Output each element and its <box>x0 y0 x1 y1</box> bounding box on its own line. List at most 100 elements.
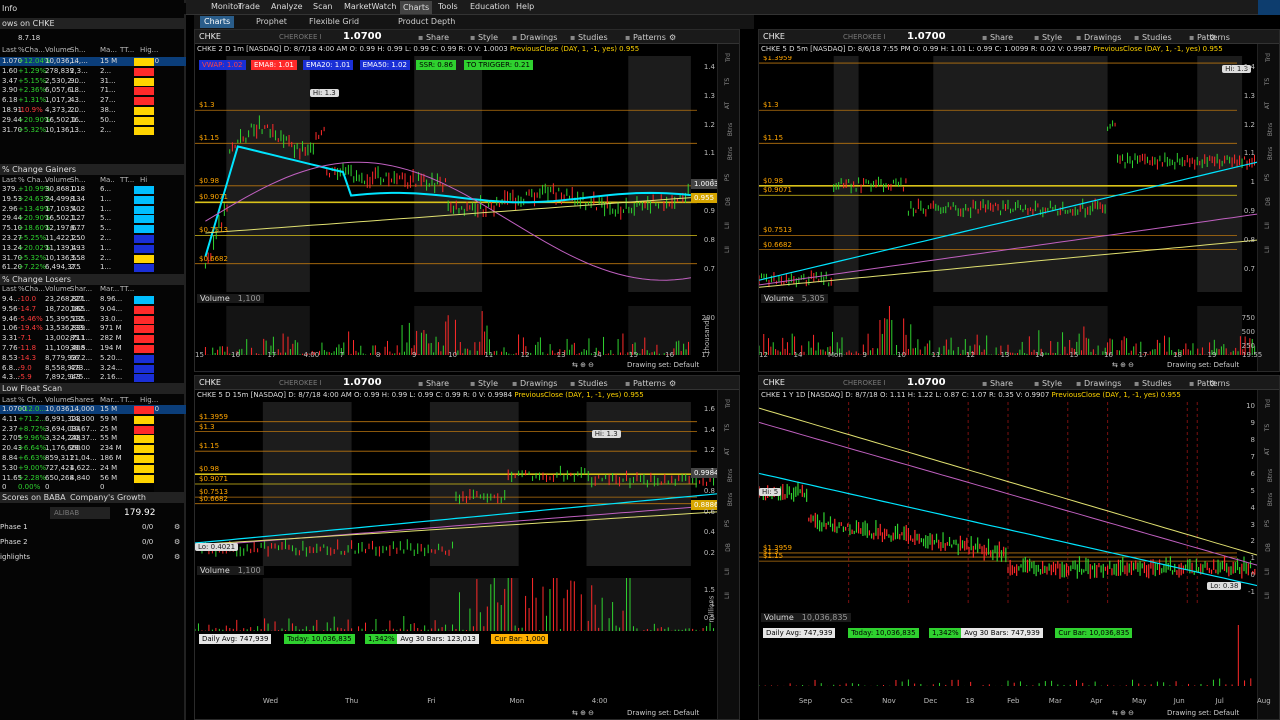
side-tab[interactable]: Btns <box>1267 123 1274 136</box>
toolbar-drawings-button[interactable]: ▪ Drawings <box>1076 33 1121 42</box>
table-row[interactable]: 31.70 +5.32% 10,136,... 13... 2... <box>0 126 186 135</box>
chart-settings-gear-icon[interactable]: ⚙ <box>669 379 676 388</box>
side-tab[interactable]: Trd <box>1265 53 1272 62</box>
column-header[interactable]: Last <box>2 46 17 55</box>
menu-scan[interactable]: Scan <box>313 2 332 11</box>
chart-panel-15m[interactable]: CHKE CHEROKEE I 1.0700 ▪ Share ▪ Style ▪ Draw… <box>194 375 740 720</box>
toolbar-drawings-button[interactable]: ▪ Drawings <box>1076 379 1121 388</box>
table-row[interactable]: 19.53 +24.63% 24,499,134 8... 1... <box>0 195 186 204</box>
chart-panel-1y[interactable]: CHKE CHEROKEE I 1.0700 ▪ Share ▪ Style ▪ Draw… <box>758 375 1280 720</box>
toolbar-drawings-button[interactable]: ▪ Drawings <box>512 33 557 42</box>
toolbar-style-button[interactable]: ▪ Style <box>1034 33 1062 42</box>
losers-title[interactable]: % Change Losers <box>0 274 186 285</box>
column-header[interactable]: Mar... <box>100 285 119 294</box>
chart-settings-gear-icon[interactable]: ⚙ <box>1209 379 1216 388</box>
tab-product-depth[interactable]: Product Depth <box>398 17 455 26</box>
table-row[interactable]: 9.4... -10.0 23,268,821 227... 8.96... <box>0 295 186 304</box>
tab-flexible-grid[interactable]: Flexible Grid <box>309 17 359 26</box>
table-row[interactable]: 1.06 -19.4% 13,536,839 233... 971 M <box>0 324 186 334</box>
column-header[interactable]: % Cha... <box>18 176 47 185</box>
table-row[interactable]: 11.65 +2.28% 650,268 4,840 56 M <box>0 474 186 483</box>
chart-settings-gear-icon[interactable]: ⚙ <box>1209 33 1216 42</box>
table-row[interactable]: 4.3... -5.9 7,892,943 175... 2.16... <box>0 373 186 383</box>
table-row[interactable]: 3.47 +5.15% 2,530,2... 90... 31... <box>0 77 186 86</box>
table-row[interactable]: 23.27 +5.25% 11,422,250 1... 2... <box>0 234 186 243</box>
table-row[interactable]: 5.30 +9.00% 727,421 4,622... 24 M <box>0 464 186 473</box>
table-row[interactable]: 379... +10.99% 30,868,018 1... 6... <box>0 185 186 194</box>
side-tab[interactable]: Trd <box>725 399 732 408</box>
column-header[interactable]: Last <box>2 396 17 405</box>
toolbar-patterns-button[interactable]: ▪ Patterns <box>625 379 666 388</box>
column-header[interactable]: Shares <box>70 396 94 405</box>
chart-panel-5m[interactable]: CHKE CHEROKEE I 1.0700 ▪ Share ▪ Style ▪ Draw… <box>758 29 1280 372</box>
column-header[interactable]: Last <box>2 176 17 185</box>
price-pane[interactable]: $1.3959 $1.3 $1.15 $0.98 $0.9071 $0.7513 $0.66… <box>759 56 1257 292</box>
column-header[interactable]: Volume <box>45 46 71 55</box>
drawing-set-label[interactable]: Drawing set: Default <box>627 361 699 369</box>
table-row[interactable]: 2.96 +13.49% 17,103,402 5... 1... <box>0 205 186 214</box>
price-pane[interactable]: $1.3959 $1.3 $1.15 $0.98 $0.9071 $0.7513 $0.66… <box>195 402 717 566</box>
table-row[interactable]: 61.20 +7.22% 6,494,375 2... 1... <box>0 263 186 273</box>
toolbar-share-button[interactable]: ▪ Share <box>418 379 449 388</box>
table-row[interactable]: 18.91 -10.9% 4,373,2... 20... 38... <box>0 106 186 115</box>
toolbar-patterns-button[interactable]: ▪ Patterns <box>625 33 666 42</box>
side-tab[interactable]: LII <box>1264 222 1271 229</box>
price-pane[interactable]: $1.3959 $1.3 $1.15 Hi: 5 Lo: 0.38 <box>759 402 1257 606</box>
table-row[interactable]: 8.53 -14.3 8,779,937 66.2... 5.20... <box>0 354 186 363</box>
side-tab[interactable]: PS <box>1264 174 1271 181</box>
column-header[interactable]: Volume <box>45 285 71 294</box>
gear-icon[interactable]: ⚙ <box>174 553 180 562</box>
column-header[interactable]: TT... <box>120 46 134 55</box>
side-tab[interactable]: Btns <box>727 493 734 506</box>
table-row[interactable]: 1.070+12.04%10,036,...14,...15 M2.0 <box>0 57 186 66</box>
side-tab[interactable]: LII <box>1264 246 1271 253</box>
table-row[interactable]: 3.31 -7.1 13,002,711 85.1... 282 M <box>0 334 186 344</box>
side-tab[interactable]: LII <box>724 592 731 599</box>
table-row[interactable]: 1.0700+12.0...10,036,...14,00015 M2.0 <box>0 405 186 414</box>
toolbar-studies-button[interactable]: ▪ Studies <box>1134 379 1172 388</box>
toolbar-share-button[interactable]: ▪ Share <box>982 379 1013 388</box>
side-tab[interactable]: DB <box>725 197 732 206</box>
column-header[interactable]: Volume <box>45 396 71 405</box>
side-tab[interactable]: Btns <box>1267 493 1274 506</box>
table-row[interactable]: 7.76 -11.8 11,109,408 39.5... 194 M <box>0 344 186 353</box>
side-tab[interactable]: AT <box>724 102 731 109</box>
side-tab[interactable]: LII <box>1264 592 1271 599</box>
gear-icon[interactable]: ⚙ <box>174 538 180 547</box>
phase-1-row[interactable]: Phase 1 0/0 ⚙ <box>0 523 186 535</box>
column-header[interactable]: Volume <box>45 176 71 185</box>
side-tab[interactable]: Btns <box>1267 469 1274 482</box>
toolbar-studies-button[interactable]: ▪ Studies <box>570 379 608 388</box>
column-header[interactable]: Sh... <box>70 176 86 185</box>
symbol-field[interactable]: CHKE <box>199 378 221 387</box>
side-tab[interactable]: DB <box>725 543 732 552</box>
column-header[interactable]: Shar... <box>70 285 92 294</box>
scores-title[interactable]: Scores on BABA <box>2 493 66 502</box>
column-header[interactable]: Sh... <box>70 46 86 55</box>
zoom-controls-icon[interactable]: ⇆ ⊕ ⊖ <box>572 361 594 369</box>
menu-analyze[interactable]: Analyze <box>271 2 303 11</box>
table-row[interactable]: 6.8... -9.0 8,558,928 473... 3.24... <box>0 364 186 373</box>
toolbar-studies-button[interactable]: ▪ Studies <box>570 33 608 42</box>
column-header[interactable]: % Ch... <box>18 396 43 405</box>
table-row[interactable]: 2.37 +8.72% 3,694,034 10,67... 25 M <box>0 425 186 434</box>
side-tab[interactable]: TS <box>724 78 731 85</box>
side-tab[interactable]: PS <box>724 174 731 181</box>
zoom-controls-icon[interactable]: ⇆ ⊕ ⊖ <box>1112 709 1134 717</box>
toolbar-share-button[interactable]: ▪ Share <box>982 33 1013 42</box>
column-header[interactable]: Ma.. <box>100 176 115 185</box>
growth-title[interactable]: Company's Growth <box>70 492 146 503</box>
drawing-set-label[interactable]: Drawing set: Default <box>1167 361 1239 369</box>
zoom-controls-icon[interactable]: ⇆ ⊕ ⊖ <box>572 709 594 717</box>
tab-prophet[interactable]: Prophet <box>256 17 287 26</box>
side-tab[interactable]: AT <box>1264 448 1271 455</box>
toolbar-share-button[interactable]: ▪ Share <box>418 33 449 42</box>
side-tab[interactable]: LII <box>724 246 731 253</box>
side-tab[interactable]: LII <box>1264 568 1271 575</box>
table-row[interactable]: 8.84 +6.63% 859,311 21,04... 186 M <box>0 454 186 463</box>
zoom-controls-icon[interactable]: ⇆ ⊕ ⊖ <box>1112 361 1134 369</box>
chart-settings-gear-icon[interactable]: ⚙ <box>669 33 676 42</box>
lowfloat-title[interactable]: Low Float Scan <box>0 383 186 394</box>
menu-charts[interactable]: Charts <box>400 1 433 14</box>
drawing-set-label[interactable]: Drawing set: Default <box>1167 709 1239 717</box>
